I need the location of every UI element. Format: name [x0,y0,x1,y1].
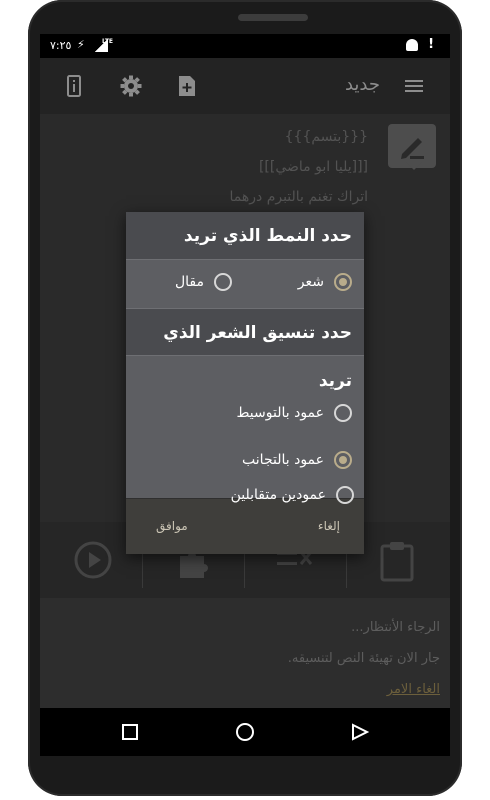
log-line: جار الان تهيئة النص لتنسيقه. [287,651,440,666]
option-label: عمود بالتجانب [242,452,324,468]
edit-note-icon[interactable] [388,124,436,170]
info-icon[interactable] [62,74,86,98]
cancel-button[interactable]: إلغاء [318,519,340,533]
page-title: جديد [344,74,380,95]
status-log: الرجاء الأنتظار... جار الان تهيئة النص ل… [40,598,450,708]
screen: ٧:٢٥ ⚡ LTE ! جديد {{{بتسم}}} [[[يليا ابو… [40,34,450,708]
option-label: مقال [174,274,204,290]
network-type: LTE [102,38,114,45]
option-label: عمودين متقابلين [230,487,326,503]
radio-option-article[interactable]: مقال [175,273,232,291]
log-line: الرجاء الأنتظار... [351,620,440,635]
editor-line: [[[يليا ابو ماضي]]] [258,159,368,175]
radio-button[interactable] [336,486,354,504]
cancel-operation-link[interactable]: الغاء الامر [387,682,440,697]
radio-option-centered[interactable]: عمود بالتوسيط [236,404,352,422]
radio-button[interactable] [334,451,352,469]
status-time: ٧:٢٥ [50,39,72,52]
speaker-grille [238,14,308,21]
ok-button[interactable]: موافق [156,519,188,533]
editor-content: {{{بتسم}}} [[[يليا ابو ماضي]]] اتراك تغن… [230,122,369,212]
radio-option-two-columns[interactable]: عمودين متقابلين [231,486,354,504]
dialog-title-poetry-format: حدد تنسيق الشعر الذي تريد [126,308,364,391]
dialog-footer: إلغاء موافق [126,498,364,554]
navigation-bar [40,708,450,756]
recents-icon[interactable] [118,720,142,744]
radio-button[interactable] [214,273,232,291]
back-icon[interactable] [348,720,372,744]
status-bar: ٧:٢٥ ⚡ LTE ! [40,34,450,58]
option-label: شعر [297,274,324,290]
add-file-icon[interactable] [175,74,199,98]
editor-line: اتراك تغنم بالتبرم درهما [229,189,369,205]
android-icon [406,39,418,51]
app-bar: جديد [40,58,450,114]
play-icon[interactable] [72,540,114,580]
radio-button[interactable] [334,404,352,422]
dialog-title-style: حدد النمط الذي تريد [126,212,364,260]
radio-option-poetry[interactable]: شعر [298,273,352,291]
home-icon[interactable] [233,720,257,744]
clipboard-icon[interactable] [376,540,418,582]
radio-option-justified[interactable]: عمود بالتجانب [242,451,352,469]
option-label: عمود بالتوسيط [236,405,325,421]
editor-line: {{{بتسم}}} [284,129,368,145]
menu-icon[interactable] [402,74,426,98]
battery-charging-icon: ⚡ [77,38,85,51]
gear-icon[interactable] [119,74,143,98]
radio-button[interactable] [334,273,352,291]
alert-icon: ! [428,37,434,52]
